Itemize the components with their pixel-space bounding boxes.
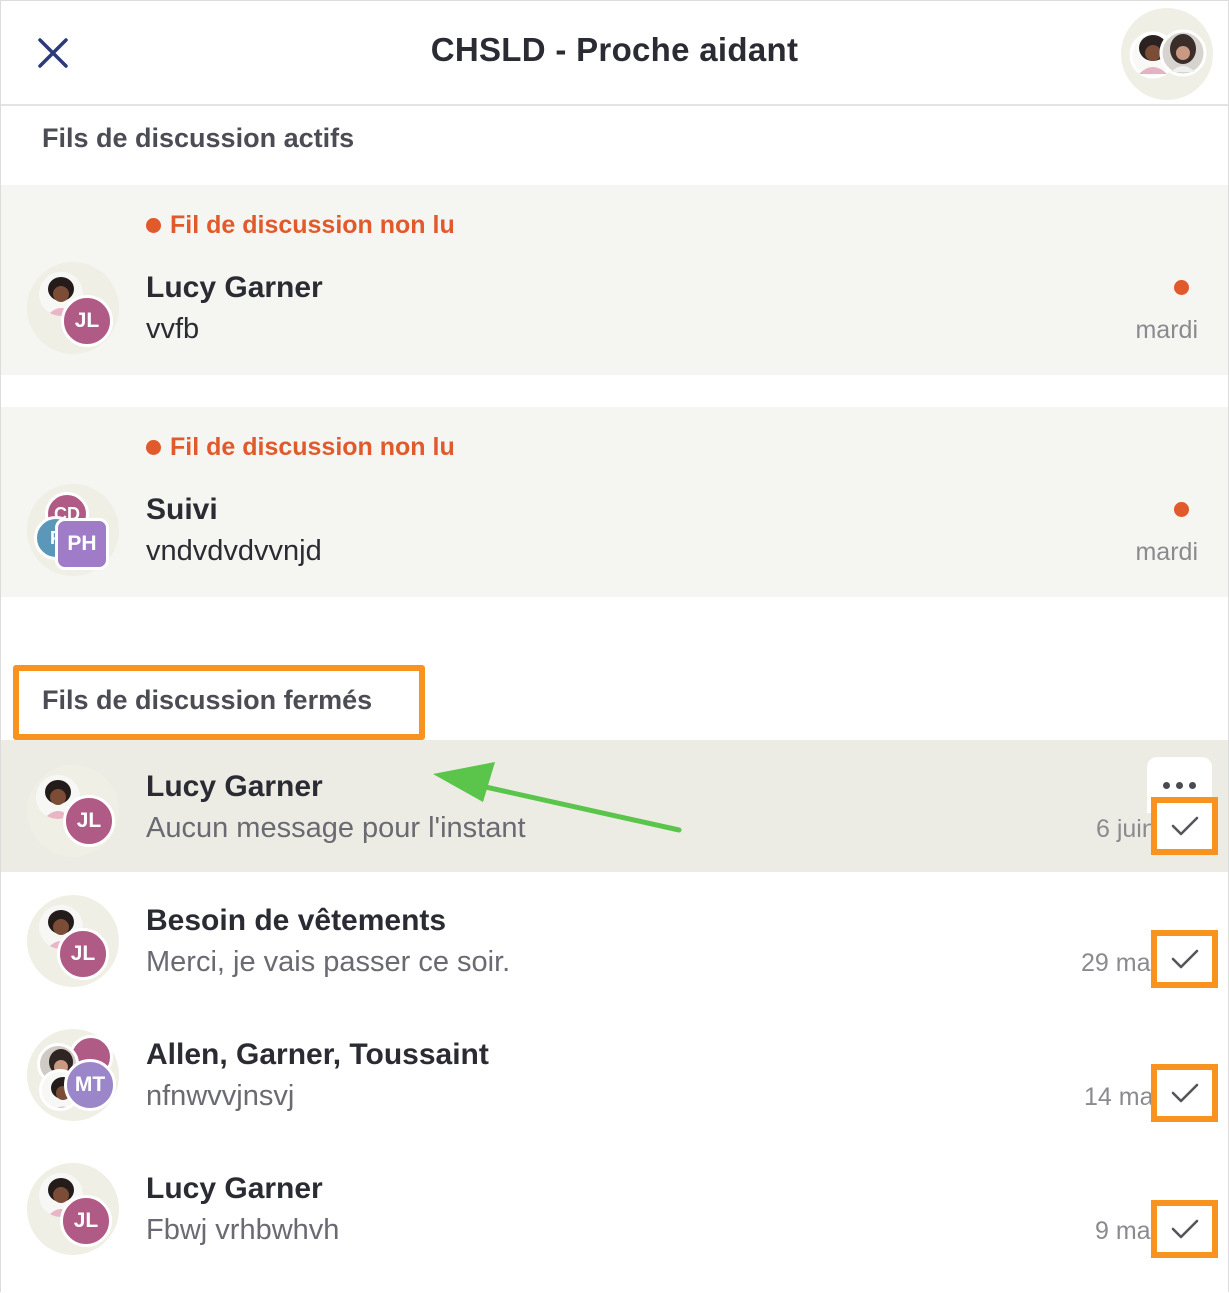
avatar-group: MT xyxy=(27,1029,119,1121)
avatar-group: CD P PH xyxy=(27,484,119,576)
checkmark-icon xyxy=(1171,1083,1198,1103)
thread-date: 29 mai xyxy=(1081,949,1157,977)
unread-flag: Fil de discussion non lu xyxy=(146,433,455,462)
thread-row[interactable]: JL Besoin de vêtements Merci, je vais pa… xyxy=(1,872,1228,1006)
thread-preview: nfnwvvjnsvj xyxy=(146,1080,295,1112)
thread-title: Lucy Garner xyxy=(146,271,323,304)
thread-title: Suivi xyxy=(146,493,218,526)
checkmark-icon xyxy=(1171,949,1198,969)
unread-flag-dot xyxy=(146,440,161,455)
unread-flag-dot xyxy=(146,218,161,233)
thread-preview: Merci, je vais passer ce soir. xyxy=(146,946,511,978)
thread-date: mardi xyxy=(1135,538,1198,566)
annotation-arrow xyxy=(433,762,682,833)
avatar-initials: MT xyxy=(64,1059,116,1111)
conversation-panel: CHSLD - Proche aidant Fils de discussion… xyxy=(0,0,1229,1292)
active-threads-heading: Fils de discussion actifs xyxy=(42,123,355,153)
thread-row[interactable]: Fil de discussion non lu CD P PH Suivi v… xyxy=(1,407,1228,597)
panel-header: CHSLD - Proche aidant xyxy=(1,1,1228,106)
unread-flag: Fil de discussion non lu xyxy=(146,211,455,240)
unread-flag-label: Fil de discussion non lu xyxy=(170,211,455,239)
thread-date: 6 juin xyxy=(1096,815,1156,843)
participant-photo-1 xyxy=(1129,29,1207,79)
thread-title: Lucy Garner xyxy=(146,770,323,803)
avatar-initials: JL xyxy=(61,295,113,347)
thread-preview: vvfb xyxy=(146,313,200,345)
thread-title: Allen, Garner, Toussaint xyxy=(146,1038,489,1071)
thread-title: Lucy Garner xyxy=(146,1172,323,1205)
unread-flag-label: Fil de discussion non lu xyxy=(170,433,455,461)
reopen-thread-button[interactable] xyxy=(1151,930,1218,988)
checkmark-icon xyxy=(1171,816,1198,836)
checkmark-icon xyxy=(1171,1219,1198,1239)
reopen-thread-button[interactable] xyxy=(1151,797,1218,855)
avatar: JL xyxy=(27,262,119,354)
participants-avatar-group[interactable] xyxy=(1121,8,1213,100)
reopen-thread-button[interactable] xyxy=(1151,1064,1218,1122)
thread-row[interactable]: MT Allen, Garner, Toussaint nfnwvvjnsvj … xyxy=(1,1006,1228,1140)
thread-title: Besoin de vêtements xyxy=(146,904,447,937)
avatar: JL xyxy=(27,765,119,857)
unread-indicator xyxy=(1174,280,1189,295)
thread-preview: Fbwj vrhbwhvh xyxy=(146,1214,340,1246)
reopen-thread-button[interactable] xyxy=(1151,1200,1218,1258)
thread-date: 9 mai xyxy=(1095,1217,1157,1245)
thread-row[interactable]: Fil de discussion non lu JL Lucy Garner … xyxy=(1,185,1228,375)
thread-date: mardi xyxy=(1135,316,1198,344)
unread-indicator xyxy=(1174,502,1189,517)
avatar-initials: JL xyxy=(60,1195,112,1247)
thread-preview: vndvdvdvvnjd xyxy=(146,535,322,567)
more-options-icon xyxy=(1163,781,1170,789)
annotation-highlight-box xyxy=(13,665,425,740)
avatar-initials: JL xyxy=(57,928,109,980)
page-title: CHSLD - Proche aidant xyxy=(430,31,799,68)
avatar: JL xyxy=(27,1163,119,1255)
thread-row[interactable]: JL Lucy Garner Fbwj vrhbwhvh 9 mai xyxy=(1,1140,1228,1274)
avatar-initials: JL xyxy=(63,795,115,847)
avatar-initials: PH xyxy=(55,518,109,570)
avatar: JL xyxy=(27,895,119,987)
thread-date: 14 mai xyxy=(1084,1083,1160,1111)
